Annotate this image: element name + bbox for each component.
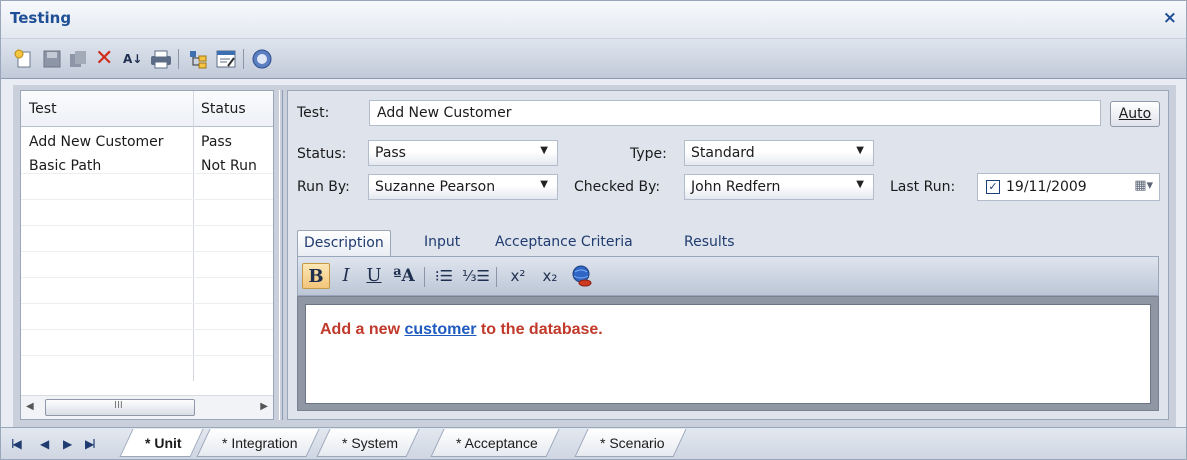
panel-splitter[interactable]: [277, 90, 285, 420]
type-label: Type:: [630, 146, 667, 162]
italic-button[interactable]: I: [334, 263, 358, 289]
save-icon[interactable]: [41, 48, 63, 70]
scroll-thumb[interactable]: III: [45, 399, 195, 416]
toolbar-separator: [424, 267, 425, 287]
last-run-label: Last Run:: [890, 179, 956, 195]
testing-window: Testing × ✕ A↓ Test Status Add New Custo…: [0, 0, 1187, 460]
chevron-down-icon: ▼: [540, 145, 548, 156]
content-area: Test Status Add New Customer Pass Basic …: [13, 85, 1176, 427]
rich-text-toolbar: B I U ªA ⁝☰ ⅓☰ x² x₂: [297, 256, 1159, 296]
status-label: Status:: [297, 146, 347, 162]
hierarchy-icon[interactable]: [187, 48, 209, 70]
column-header-status[interactable]: Status: [201, 101, 246, 117]
tab-scenario[interactable]: * Scenario: [574, 429, 687, 457]
toolbar-separator: [243, 49, 244, 69]
grid-header: Test Status: [21, 91, 273, 127]
tab-system[interactable]: * System: [316, 429, 420, 457]
column-header-test[interactable]: Test: [29, 101, 57, 117]
type-value: Standard: [691, 145, 755, 161]
run-by-value: Suzanne Pearson: [375, 179, 496, 195]
tab-acceptance[interactable]: * Acceptance: [430, 429, 560, 457]
checked-by-label: Checked By:: [574, 179, 661, 195]
grid-row-line: [21, 329, 273, 330]
sort-icon[interactable]: A↓: [123, 48, 145, 70]
title-bar: Testing ×: [1, 1, 1186, 39]
test-list-grid: Test Status Add New Customer Pass Basic …: [20, 90, 274, 420]
scroll-grip-icon: III: [114, 400, 123, 411]
toolbar-separator: [496, 267, 497, 287]
chevron-down-icon: ▼: [540, 179, 548, 190]
subscript-button[interactable]: x₂: [536, 263, 564, 289]
auto-button[interactable]: Auto: [1110, 101, 1160, 127]
editor-link[interactable]: customer: [404, 321, 476, 338]
chevron-down-icon: ▼: [856, 145, 864, 156]
tab-results[interactable]: Results: [678, 230, 741, 256]
table-row-status[interactable]: Not Run: [201, 158, 257, 174]
table-row-test[interactable]: Add New Customer: [29, 134, 164, 150]
last-run-date[interactable]: 19/11/2009: [1006, 179, 1087, 195]
window-title: Testing: [10, 9, 72, 27]
editor-frame: Add a new customer to the database.: [297, 296, 1159, 411]
bottom-tab-bar: I◀ ◀ ▶ ▶I * Unit * Integration * System …: [1, 427, 1186, 459]
toolbar-separator: [178, 49, 179, 69]
superscript-button[interactable]: x²: [504, 263, 532, 289]
editor-text[interactable]: Add a new customer to the database.: [320, 321, 603, 338]
chevron-down-icon: ▼: [856, 179, 864, 190]
close-button[interactable]: ×: [1163, 8, 1177, 28]
status-value: Pass: [375, 145, 406, 161]
print-icon[interactable]: [149, 48, 171, 70]
copy-icon[interactable]: [67, 48, 89, 70]
grid-row-line: [21, 251, 273, 252]
delete-icon[interactable]: ✕: [95, 48, 117, 70]
detail-tabs: Description Input Acceptance Criteria Re…: [297, 226, 1159, 256]
globe-link-icon[interactable]: [568, 263, 596, 289]
table-row-test[interactable]: Basic Path: [29, 158, 101, 174]
grid-row-line: [21, 225, 273, 226]
test-name-field[interactable]: Add New Customer: [369, 100, 1101, 126]
tab-description[interactable]: Description: [297, 230, 391, 256]
tab-unit[interactable]: * Unit: [119, 429, 204, 457]
grid-column-divider: [193, 91, 194, 381]
help-icon[interactable]: [251, 48, 273, 70]
checked-by-value: John Redfern: [691, 179, 781, 195]
calendar-icon[interactable]: ▦▾: [1134, 178, 1153, 193]
last-run-checkbox[interactable]: ✓: [986, 180, 1000, 194]
description-editor[interactable]: Add a new customer to the database.: [305, 304, 1151, 404]
grid-row-line: [21, 355, 273, 356]
new-item-icon[interactable]: [13, 48, 35, 70]
bullet-list-button[interactable]: ⁝☰: [430, 263, 458, 289]
tab-input[interactable]: Input: [418, 230, 466, 256]
properties-icon[interactable]: [215, 48, 237, 70]
bold-button[interactable]: B: [302, 263, 330, 289]
scroll-left-icon[interactable]: ◀: [26, 401, 34, 412]
grid-row-line: [21, 277, 273, 278]
status-dropdown[interactable]: Pass ▼: [368, 140, 558, 166]
test-details-panel: Test: Add New Customer Auto Status: Pass…: [287, 90, 1169, 420]
table-row-status[interactable]: Pass: [201, 134, 232, 150]
underline-button[interactable]: U: [362, 263, 386, 289]
scroll-right-icon[interactable]: ▶: [260, 401, 268, 412]
last-run-date-picker[interactable]: ✓ 19/11/2009 ▦▾: [977, 173, 1160, 201]
run-by-label: Run By:: [297, 179, 350, 195]
type-dropdown[interactable]: Standard ▼: [684, 140, 874, 166]
numbered-list-button[interactable]: ⅓☰: [462, 263, 490, 289]
main-toolbar: ✕ A↓: [1, 39, 1186, 79]
last-tab-icon[interactable]: ▶I: [85, 437, 96, 451]
first-tab-icon[interactable]: I◀: [11, 437, 22, 451]
horizontal-scrollbar[interactable]: ◀ III ▶: [21, 395, 273, 419]
test-label: Test:: [297, 105, 330, 121]
grid-row-line: [21, 199, 273, 200]
tab-integration[interactable]: * Integration: [196, 429, 320, 457]
previous-tab-icon[interactable]: ◀: [40, 437, 49, 451]
grid-row-line: [21, 303, 273, 304]
run-by-dropdown[interactable]: Suzanne Pearson ▼: [368, 174, 558, 200]
font-button[interactable]: ªA: [390, 263, 418, 289]
tab-acceptance-criteria[interactable]: Acceptance Criteria: [489, 230, 639, 256]
checked-by-dropdown[interactable]: John Redfern ▼: [684, 174, 874, 200]
next-tab-icon[interactable]: ▶: [63, 437, 72, 451]
